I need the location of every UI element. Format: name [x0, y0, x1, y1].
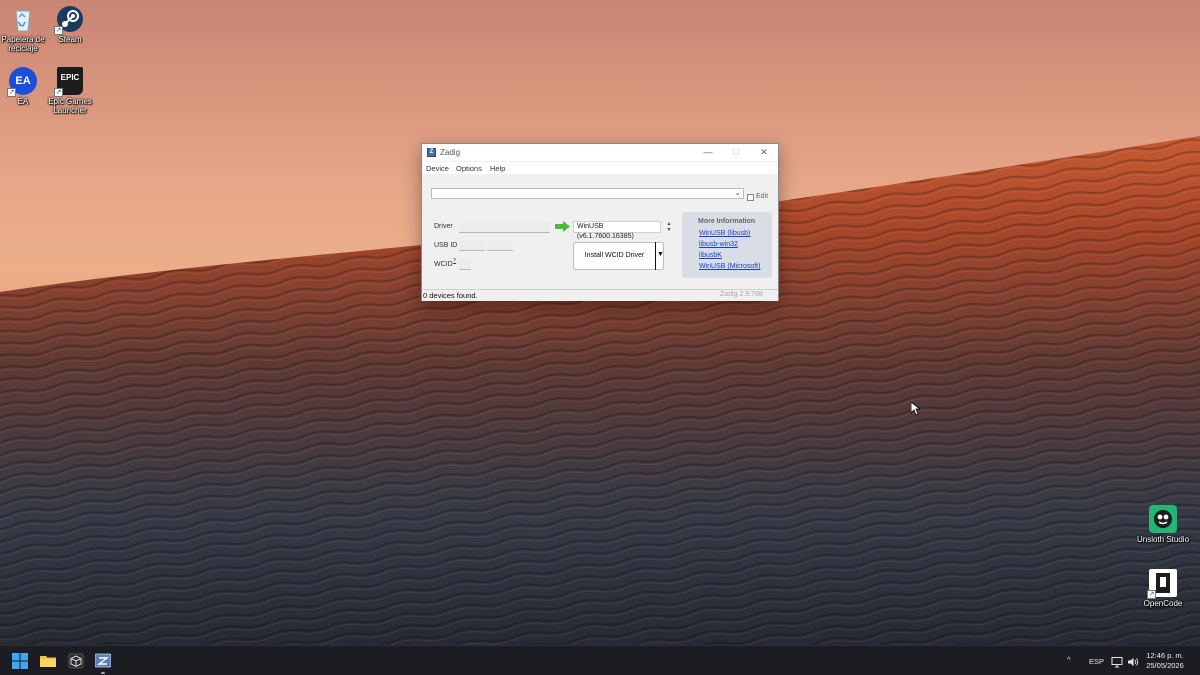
shortcut-arrow-icon: ↗ — [7, 88, 16, 97]
language-indicator[interactable]: ESP — [1089, 657, 1104, 666]
window-title: Zadig — [440, 148, 461, 157]
wcid-field — [459, 259, 471, 270]
epic-games-icon: EPIC ↗ — [54, 67, 84, 97]
link-libusbk[interactable]: libusbK — [699, 252, 722, 259]
unsloth-icon — [1149, 505, 1177, 533]
opencode-icon: ↗ — [1147, 569, 1177, 599]
clock-time: 12:46 p. m. — [1146, 651, 1184, 660]
shortcut-arrow-icon: ↗ — [54, 88, 63, 97]
more-information-title: More Information — [698, 218, 756, 225]
ea-icon: EA ↗ — [7, 67, 37, 97]
unsloth-label: Unsloth Studio — [1136, 535, 1190, 544]
maximize-button[interactable]: ☐ — [725, 146, 747, 159]
active-app-indicator — [101, 672, 105, 674]
menu-device[interactable]: Device — [426, 164, 449, 173]
menu-options[interactable]: Options — [456, 164, 482, 173]
install-dropdown-caret-icon[interactable]: ▼ — [657, 251, 664, 258]
install-wcid-driver-button[interactable]: Install WCID Driver — [573, 242, 664, 270]
chevron-down-icon: ⌄ — [734, 188, 741, 197]
network-icon[interactable] — [1111, 656, 1123, 668]
more-information-panel: More Information WinUSB (libusb) libusb-… — [682, 212, 772, 278]
usb-id-label: USB ID — [434, 242, 458, 249]
green-arrow-icon — [555, 221, 570, 232]
window-titlebar[interactable]: Z Zadig — ☐ ✕ — [422, 144, 778, 161]
app-cube-icon[interactable] — [68, 653, 84, 669]
link-winusb-libusb[interactable]: WinUSB (libusb) — [699, 230, 750, 237]
edit-label: Edit — [756, 193, 769, 200]
windows-start-icon[interactable] — [12, 653, 28, 669]
volume-icon[interactable] — [1127, 656, 1139, 668]
desktop-icon-opencode[interactable]: ↗ OpenCode — [1136, 569, 1190, 608]
desktop-icon-epic[interactable]: EPIC ↗ Epic Games Launcher — [43, 67, 97, 115]
opencode-label: OpenCode — [1143, 599, 1183, 608]
steam-label: Steam — [58, 35, 82, 44]
target-driver-field[interactable]: WinUSB (v6.1.7600.16385) — [573, 221, 661, 240]
shortcut-arrow-icon: ↗ — [1147, 590, 1156, 599]
edit-checkbox[interactable] — [747, 194, 754, 201]
link-libusb-win32[interactable]: libusb-win32 — [699, 241, 738, 248]
steam-icon: ↗ — [54, 5, 84, 35]
zadig-window: Z Zadig — ☐ ✕ Device Options Help ⌄ Edit… — [421, 143, 779, 301]
taskbar-clock[interactable]: 12:46 p. m. 25/05/2026 — [1140, 651, 1190, 671]
shortcut-arrow-icon: ↗ — [54, 26, 63, 35]
menu-help[interactable]: Help — [490, 164, 505, 173]
dune-wallpaper-image — [0, 136, 1200, 645]
driver-label: Driver — [434, 223, 453, 230]
device-count-status: 0 devices found. — [423, 291, 478, 300]
file-explorer-icon[interactable] — [40, 653, 56, 669]
usb-pid-field[interactable] — [487, 240, 513, 251]
usb-vid-field[interactable] — [459, 240, 485, 251]
device-select-dropdown[interactable]: ⌄ — [431, 188, 744, 199]
current-driver-field — [459, 222, 550, 233]
zadig-taskbar-icon[interactable] — [95, 653, 111, 669]
menu-bar: Device Options Help — [422, 162, 778, 174]
version-status: Zadig 2.9.788 — [720, 291, 763, 298]
recycle-bin-icon — [9, 5, 37, 33]
epic-label: Epic Games Launcher — [48, 97, 92, 115]
close-button[interactable]: ✕ — [753, 146, 775, 159]
mouse-cursor-icon — [911, 402, 920, 416]
driver-spinner[interactable]: ▲ ▼ — [665, 221, 673, 233]
desktop-icon-unsloth[interactable]: Unsloth Studio — [1136, 505, 1190, 544]
wcid-help-link[interactable]: ? — [453, 258, 456, 264]
clock-date: 25/05/2026 — [1146, 661, 1184, 670]
tray-overflow-chevron-icon[interactable]: ^ — [1067, 655, 1071, 664]
zadig-app-icon: Z — [427, 148, 436, 157]
wcid-label: WCID — [434, 261, 453, 268]
desktop-icon-steam[interactable]: ↗ Steam — [43, 5, 97, 44]
link-winusb-microsoft[interactable]: WinUSB (Microsoft) — [699, 263, 760, 270]
minimize-button[interactable]: — — [697, 146, 719, 159]
status-bar: 0 devices found. Zadig 2.9.788 — [422, 289, 778, 301]
taskbar: ^ ESP 12:46 p. m. 25/05/2026 — [0, 645, 1200, 675]
desktop-wallpaper — [0, 0, 1200, 645]
